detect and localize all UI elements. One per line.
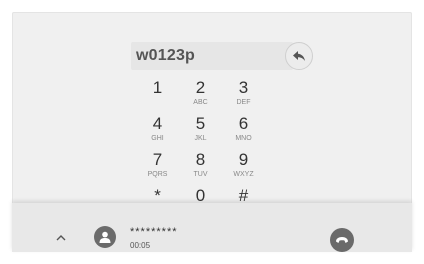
backspace-arrow-icon (293, 51, 305, 61)
call-duration: 00:05 (130, 241, 151, 250)
dialed-number: w0123p (136, 47, 196, 64)
chevron-up-icon (56, 235, 66, 241)
key-letters: DEF (236, 99, 251, 106)
key-5[interactable]: 5 JKL (179, 114, 222, 150)
key-letters: GHI (151, 135, 164, 142)
dialed-number-display: w0123p (131, 42, 293, 70)
key-digit: 9 (238, 150, 249, 169)
key-letters: WXYZ (233, 171, 254, 178)
key-digit: 1 (152, 78, 163, 97)
key-digit: 3 (238, 78, 249, 97)
key-1[interactable]: 1 (136, 78, 179, 114)
key-letters: MNO (235, 135, 252, 142)
avatar (94, 226, 116, 248)
key-8[interactable]: 8 TUV (179, 150, 222, 186)
key-digit: 7 (152, 150, 163, 169)
key-6[interactable]: 6 MNO (222, 114, 265, 150)
dial-keypad: 1 2 ABC 3 DEF 4 GHI 5 JKL 6 MNO 7 PQRS 8… (136, 78, 266, 222)
key-7[interactable]: 7 PQRS (136, 150, 179, 186)
key-digit: 4 (152, 114, 163, 133)
caller-name: ********* (130, 226, 178, 238)
end-call-button[interactable] (330, 228, 354, 252)
person-icon (99, 231, 111, 243)
key-letters: TUV (193, 171, 208, 178)
key-3[interactable]: 3 DEF (222, 78, 265, 114)
key-digit: 6 (238, 114, 249, 133)
key-2[interactable]: 2 ABC (179, 78, 222, 114)
key-digit: 8 (195, 150, 206, 169)
key-letters: JKL (194, 135, 207, 142)
backspace-button[interactable] (285, 42, 313, 70)
key-letters: ABC (193, 99, 208, 106)
key-digit: 2 (195, 78, 206, 97)
hang-up-icon (336, 237, 348, 243)
key-letters: PQRS (147, 171, 168, 178)
key-9[interactable]: 9 WXYZ (222, 150, 265, 186)
expand-call-button[interactable] (55, 230, 67, 241)
key-digit: 5 (195, 114, 206, 133)
key-4[interactable]: 4 GHI (136, 114, 179, 150)
